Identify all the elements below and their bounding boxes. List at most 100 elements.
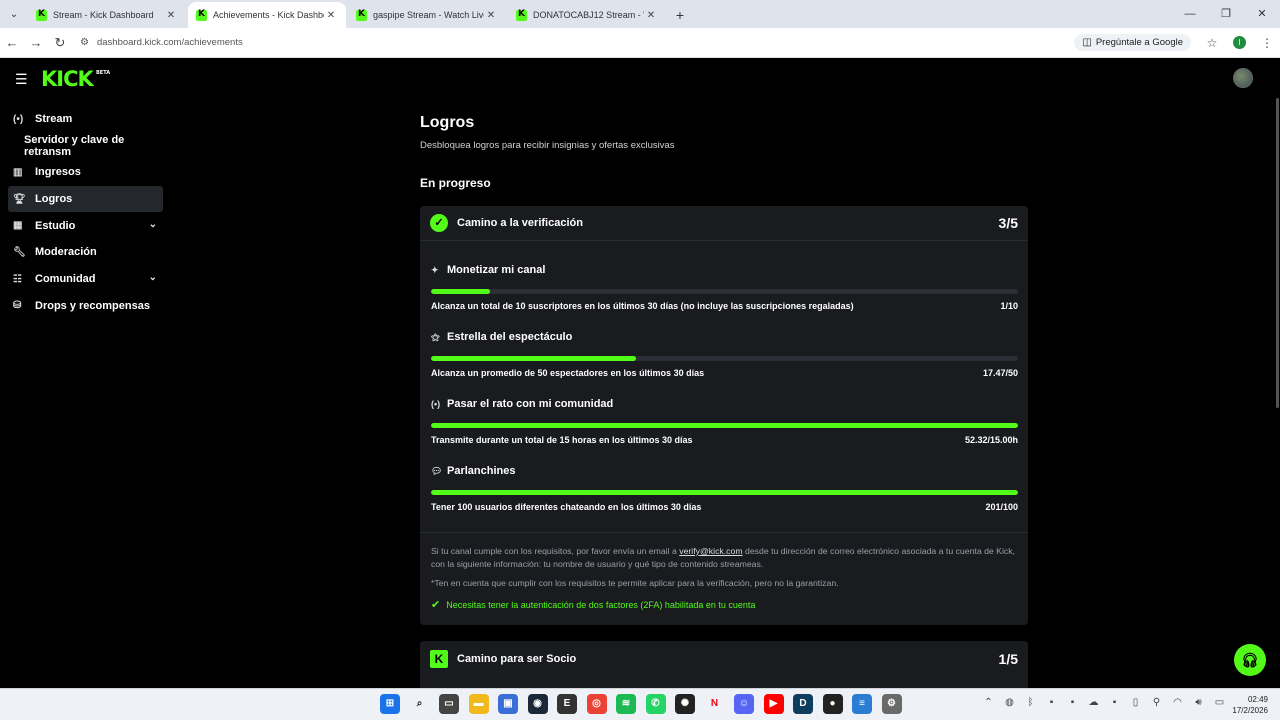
netflix-icon[interactable]: N — [705, 694, 725, 714]
achievement-title: Estrella del espectáculo — [447, 331, 573, 343]
youtube-icon[interactable]: ▶ — [763, 694, 784, 714]
chevron-up-icon[interactable]: ⌃ — [978, 697, 999, 708]
tray-app-icon[interactable]: ▪ — [1104, 697, 1125, 708]
progress-bar-fill — [431, 356, 637, 361]
progress-bar — [431, 356, 1018, 361]
tab-title: gaspipe Stream - Watch Live on — [373, 10, 484, 20]
reload-icon[interactable]: ↻ — [48, 35, 72, 51]
hamburger-menu-icon[interactable]: ☰ — [15, 71, 28, 88]
note-text: Si tu canal cumple con los requisitos, p… — [431, 546, 677, 556]
obs-icon[interactable]: ● — [822, 694, 843, 714]
chrome-icon[interactable]: ◎ — [586, 694, 607, 714]
verification-notes: Si tu canal cumple con los requisitos, p… — [420, 532, 1028, 623]
tray-app-icon[interactable]: ⚲ — [1146, 697, 1167, 708]
epic-games-icon[interactable]: E — [557, 694, 577, 714]
restore-icon[interactable]: ❐ — [1208, 0, 1244, 28]
requirement-text: Necesitas tener la autenticación de dos … — [446, 599, 756, 610]
spotify-icon[interactable]: ≋ — [616, 694, 636, 714]
sidebar-item-comunidad[interactable]: ☷ Comunidad ⌄ — [8, 266, 163, 292]
tray-app-icon[interactable]: ◍ — [999, 697, 1020, 708]
browser-tab[interactable]: gaspipe Stream - Watch Live on ✕ — [348, 2, 506, 28]
url-field[interactable]: ⚙ dashboard.kick.com/achievements — [80, 37, 1074, 48]
tray-app-icon[interactable]: ▯ — [1125, 697, 1146, 708]
back-icon[interactable]: ← — [0, 35, 24, 50]
close-icon[interactable]: ✕ — [644, 10, 658, 21]
help-chat-button[interactable]: 🎧︎ — [1234, 644, 1266, 676]
achievement-value: 52.32/15.00h — [964, 435, 1018, 445]
requirement-2fa: ✔ Necesitas tener la autenticación de do… — [431, 598, 1017, 611]
clock-date: 17/2/2026 — [1232, 706, 1268, 715]
section-heading-in-progress: En progreso — [420, 176, 491, 190]
file-explorer-icon[interactable]: ▬ — [468, 694, 489, 714]
tab-title: Achievements - Kick Dashboard — [213, 10, 324, 20]
close-window-icon[interactable]: ✕ — [1244, 0, 1280, 28]
settings-gear-icon[interactable]: ⚙ — [881, 694, 902, 714]
volume-icon[interactable]: 🔊︎ — [1188, 697, 1209, 708]
achievement-title: Monetizar mi canal — [447, 264, 546, 276]
tray-app-icon[interactable]: ▪ — [1041, 697, 1062, 708]
sidebar-item-label: Stream — [35, 113, 73, 125]
tray-app-icon[interactable]: ▪ — [1062, 697, 1083, 708]
verify-email-link[interactable]: verify@kick.com — [679, 546, 742, 556]
progress-bar-fill — [431, 490, 1018, 495]
close-icon[interactable]: ✕ — [164, 10, 178, 21]
user-avatar[interactable] — [1233, 68, 1253, 88]
site-info-icon[interactable]: ⚙ — [80, 37, 89, 48]
search-icon[interactable]: ⌕ — [410, 694, 430, 714]
notepad-icon[interactable]: ≡ — [852, 694, 872, 714]
menu-kebab-icon[interactable]: ⋮ — [1254, 36, 1280, 50]
profile-avatar[interactable]: I — [1233, 36, 1246, 49]
wifi-icon[interactable]: ◠ — [1167, 697, 1188, 708]
chevron-down-icon[interactable]: ⌄ — [149, 272, 157, 283]
windows-start-icon[interactable]: ⊞ — [380, 694, 400, 714]
forward-icon[interactable]: → — [24, 35, 48, 50]
chevron-down-icon[interactable]: ⌄ — [149, 219, 157, 230]
task-view-icon[interactable]: ▭ — [439, 694, 459, 714]
minimize-icon[interactable]: — — [1172, 0, 1208, 28]
address-bar: ← → ↻ ⚙ dashboard.kick.com/achievements … — [0, 28, 1280, 58]
taskbar-clock[interactable]: 02:49 17/2/2026 — [1232, 694, 1268, 716]
sidebar-item-ingresos[interactable]: ▥ Ingresos — [8, 159, 163, 185]
page-scrollbar[interactable] — [1274, 98, 1280, 408]
broadcast-icon: (•) — [13, 113, 24, 125]
bluetooth-icon[interactable]: ᛒ — [1020, 697, 1041, 708]
discord-icon[interactable]: ☺ — [734, 694, 754, 714]
beta-badge: BETA — [96, 70, 111, 76]
bookmark-star-icon[interactable]: ☆ — [1199, 36, 1225, 50]
sidebar-item-moderacion[interactable]: 🔧︎ Moderación — [8, 239, 163, 265]
browser-tab-active[interactable]: Achievements - Kick Dashboard ✕ — [188, 2, 346, 28]
progress-bar — [431, 423, 1018, 428]
verification-card-header[interactable]: ✓ Camino a la verificación 3/5 — [420, 206, 1028, 241]
ask-google-button[interactable]: ◫ Pregúntale a Google — [1074, 34, 1191, 51]
browser-tab[interactable]: DONATOCABJ12 Stream - Watc ✕ — [508, 2, 666, 28]
sidebar-item-stream[interactable]: (•) Stream — [8, 106, 163, 132]
trophy-icon: 🏆︎ — [13, 193, 26, 205]
partner-card-header[interactable]: K Camino para ser Socio 1/5 — [420, 641, 1028, 676]
whatsapp-icon[interactable]: ✆ — [645, 694, 666, 714]
store-icon[interactable]: ▣ — [498, 694, 518, 714]
tab-title: Stream - Kick Dashboard — [53, 10, 154, 20]
sidebar-item-drops[interactable]: ⛁ Drops y recompensas — [8, 293, 163, 319]
verified-badge-icon: ✓ — [430, 214, 448, 232]
browser-tab[interactable]: Stream - Kick Dashboard ✕ — [28, 2, 186, 28]
disney-icon[interactable]: D — [793, 694, 813, 714]
logo-text: KICK — [41, 67, 94, 91]
kick-logo[interactable]: KICK BETA — [41, 67, 110, 91]
chatgpt-icon[interactable]: ✺ — [675, 694, 695, 714]
steam-icon[interactable]: ◉ — [527, 694, 548, 714]
kick-favicon-icon — [516, 9, 527, 21]
close-icon[interactable]: ✕ — [324, 10, 338, 21]
battery-icon[interactable]: ▭ — [1209, 697, 1230, 708]
sidebar-item-estudio[interactable]: ▦ Estudio ⌄ — [8, 213, 163, 239]
tray-app-icon[interactable]: ☁ — [1083, 697, 1104, 708]
sidebar-item-logros[interactable]: 🏆︎ Logros — [8, 186, 163, 213]
achievement-value: 1/10 — [1000, 301, 1018, 311]
new-tab-button[interactable]: + — [668, 2, 692, 28]
close-icon[interactable]: ✕ — [484, 10, 498, 21]
studio-icon: ▦ — [13, 220, 23, 232]
tab-title: DONATOCABJ12 Stream - Watc — [533, 10, 644, 20]
tab-list-button[interactable]: ⌄ — [0, 0, 28, 28]
verification-disclaimer: *Ten en cuenta que cumplir con los requi… — [431, 578, 839, 588]
sidebar-item-server-key[interactable]: Servidor y clave de retransm — [8, 133, 163, 159]
partner-card: K Camino para ser Socio 1/5 — [420, 641, 1028, 688]
